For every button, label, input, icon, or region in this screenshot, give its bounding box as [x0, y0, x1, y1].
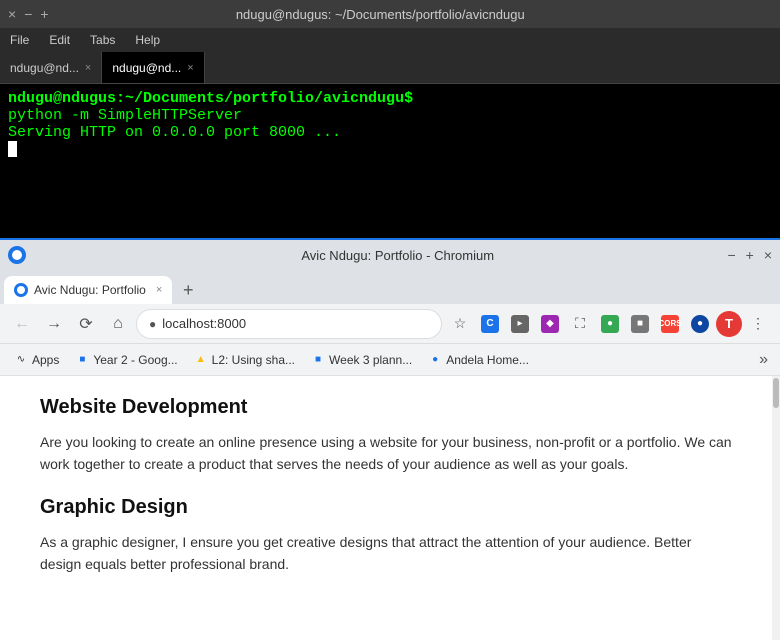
- bookmarks-bar: ∿ Apps ■ Year 2 - Goog... ▲ L2: Using sh…: [0, 344, 780, 376]
- toolbar-actions: ☆ C ▸ ◆ ⛶ ● ■ CORS ● T: [446, 310, 772, 338]
- bookmark-apps[interactable]: ∿ Apps: [8, 351, 65, 369]
- section-paragraph-2: As a graphic designer, I ensure you get …: [40, 531, 732, 576]
- terminal-menu-edit[interactable]: Edit: [43, 31, 76, 49]
- l2-icon: ▲: [194, 353, 208, 367]
- home-button[interactable]: ⌂: [104, 310, 132, 338]
- section-heading-1: Website Development: [40, 396, 732, 419]
- bookmark-week3-label: Week 3 plann...: [329, 353, 412, 367]
- andela-icon: ●: [428, 353, 442, 367]
- terminal-content: ndugu@ndugus:~/Documents/portfolio/avicn…: [0, 84, 780, 240]
- browser-tab-label: Avic Ndugu: Portfolio: [34, 283, 146, 297]
- ext-icon-6[interactable]: ●: [686, 310, 714, 338]
- apps-icon: ∿: [14, 353, 28, 367]
- terminal-maximize-button[interactable]: +: [40, 6, 48, 22]
- star-button[interactable]: ☆: [446, 310, 474, 338]
- address-bar[interactable]: ● localhost:8000: [136, 309, 442, 339]
- terminal-prompt-text: ndugu@ndugus:~/Documents/portfolio/avicn…: [8, 90, 413, 107]
- terminal-window: × − + ndugu@ndugus: ~/Documents/portfoli…: [0, 0, 780, 240]
- back-button[interactable]: ←: [8, 310, 36, 338]
- bookmark-year2-google-label: Year 2 - Goog...: [93, 353, 177, 367]
- week3-icon: ■: [311, 353, 325, 367]
- browser-window-controls: − + ×: [727, 247, 772, 263]
- browser-title: Avic Ndugu: Portfolio - Chromium: [68, 248, 727, 263]
- terminal-window-controls: × − +: [8, 6, 49, 22]
- browser-close-button[interactable]: ×: [764, 247, 772, 263]
- address-text: localhost:8000: [162, 316, 246, 331]
- bookmark-week3[interactable]: ■ Week 3 plann...: [305, 351, 418, 369]
- terminal-minimize-button[interactable]: −: [24, 6, 32, 22]
- ext-icon-3[interactable]: ◆: [536, 310, 564, 338]
- terminal-tab-1-close[interactable]: ×: [85, 62, 91, 74]
- avatar[interactable]: T: [716, 311, 742, 337]
- terminal-title: ndugu@ndugus: ~/Documents/portfolio/avic…: [49, 7, 712, 22]
- scrollbar-thumb[interactable]: [773, 378, 779, 408]
- terminal-tab-1[interactable]: ndugu@nd... ×: [0, 52, 102, 83]
- section-paragraph-1: Are you looking to create an online pres…: [40, 431, 732, 476]
- ext-icon-1[interactable]: C: [476, 310, 504, 338]
- terminal-line-output: Serving HTTP on 0.0.0.0 port 8000 ...: [8, 124, 772, 141]
- terminal-menu-help[interactable]: Help: [129, 31, 166, 49]
- ext-icon-cors[interactable]: CORS: [656, 310, 684, 338]
- bookmarks-more-button[interactable]: »: [755, 349, 772, 371]
- browser-tab-portfolio[interactable]: Avic Ndugu: Portfolio ×: [4, 276, 172, 304]
- terminal-output-text: Serving HTTP on 0.0.0.0 port 8000 ...: [8, 124, 341, 141]
- ext-icon-5[interactable]: ■: [626, 310, 654, 338]
- terminal-line-prompt: ndugu@ndugus:~/Documents/portfolio/avicn…: [8, 90, 772, 107]
- bookmark-l2[interactable]: ▲ L2: Using sha...: [188, 351, 301, 369]
- bookmark-year2-google[interactable]: ■ Year 2 - Goog...: [69, 351, 183, 369]
- lock-icon: ●: [149, 317, 156, 331]
- terminal-cursor-line: [8, 141, 772, 158]
- terminal-cursor: [8, 141, 17, 157]
- terminal-menu-tabs[interactable]: Tabs: [84, 31, 121, 49]
- year2-google-icon: ■: [75, 353, 89, 367]
- browser-tab-close[interactable]: ×: [156, 284, 162, 296]
- browser-tabs-bar: Avic Ndugu: Portfolio × +: [0, 270, 780, 304]
- new-tab-button[interactable]: +: [174, 276, 202, 304]
- terminal-tabs: ndugu@nd... × ndugu@nd... ×: [0, 52, 780, 84]
- browser-minimize-button[interactable]: −: [727, 247, 735, 263]
- bookmark-apps-label: Apps: [32, 353, 59, 367]
- browser-menu-button[interactable]: ⋮: [744, 310, 772, 338]
- tab-favicon: [14, 283, 28, 297]
- terminal-titlebar: × − + ndugu@ndugus: ~/Documents/portfoli…: [0, 0, 780, 28]
- terminal-close-button[interactable]: ×: [8, 6, 16, 22]
- browser-scrollbar[interactable]: [772, 376, 780, 640]
- terminal-command-text: python -m SimpleHTTPServer: [8, 107, 242, 124]
- ext-icon-fullscreen[interactable]: ⛶: [566, 310, 594, 338]
- browser-window: Avic Ndugu: Portfolio - Chromium − + × A…: [0, 238, 780, 640]
- browser-content-area: Website Development Are you looking to c…: [0, 376, 780, 640]
- browser-content[interactable]: Website Development Are you looking to c…: [0, 376, 772, 640]
- ext-icon-4[interactable]: ●: [596, 310, 624, 338]
- bookmark-l2-label: L2: Using sha...: [212, 353, 295, 367]
- terminal-tab-2[interactable]: ndugu@nd... ×: [102, 52, 204, 83]
- section-heading-2: Graphic Design: [40, 496, 732, 519]
- terminal-tab-2-label: ndugu@nd...: [112, 61, 181, 75]
- bookmark-andela-label: Andela Home...: [446, 353, 529, 367]
- forward-button[interactable]: →: [40, 310, 68, 338]
- browser-maximize-button[interactable]: +: [746, 247, 754, 263]
- browser-titlebar: Avic Ndugu: Portfolio - Chromium − + ×: [0, 240, 780, 270]
- terminal-tab-1-label: ndugu@nd...: [10, 61, 79, 75]
- terminal-tab-2-close[interactable]: ×: [187, 62, 193, 74]
- reload-button[interactable]: ⟳: [72, 310, 100, 338]
- bookmark-andela[interactable]: ● Andela Home...: [422, 351, 535, 369]
- terminal-menubar: File Edit Tabs Help: [0, 28, 780, 52]
- terminal-menu-file[interactable]: File: [4, 31, 35, 49]
- browser-toolbar: ← → ⟳ ⌂ ● localhost:8000 ☆ C ▸ ◆ ⛶ ● ■: [0, 304, 780, 344]
- ext-icon-2[interactable]: ▸: [506, 310, 534, 338]
- terminal-line-command: python -m SimpleHTTPServer: [8, 107, 772, 124]
